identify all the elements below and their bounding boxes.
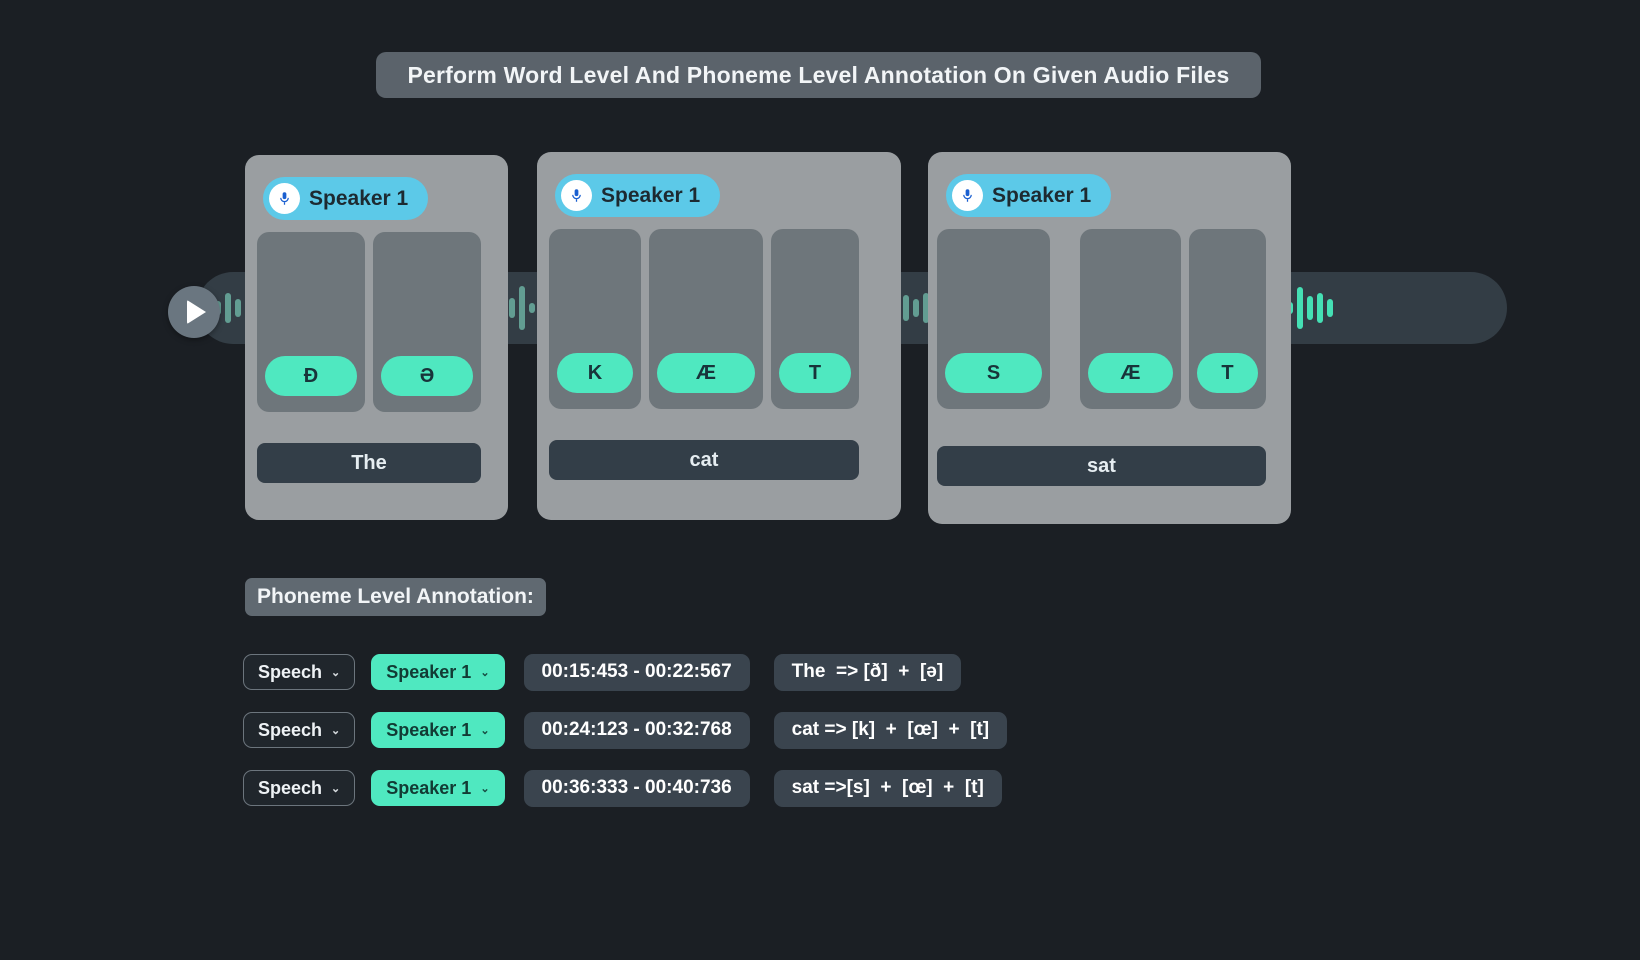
- time-range-1: 00:15:453 - 00:22:567: [523, 653, 750, 691]
- type-dropdown-1[interactable]: Speech ⌄: [243, 654, 356, 690]
- type-dropdown-2[interactable]: Speech ⌄: [243, 712, 356, 748]
- word-label-2: cat: [549, 440, 859, 480]
- page-title: Perform Word Level And Phoneme Level Ann…: [376, 52, 1261, 98]
- chevron-down-icon: ⌄: [331, 724, 341, 737]
- chevron-down-icon: ⌄: [480, 666, 490, 679]
- speaker-badge-label-2: Speaker 1: [601, 183, 701, 207]
- speaker-dropdown-label: Speaker 1: [386, 777, 472, 798]
- waveform-bar: [519, 286, 525, 330]
- transcription-3: sat =>[s] + [œ] + [t]: [773, 769, 1002, 807]
- phoneme-chip[interactable]: S: [945, 353, 1042, 393]
- phoneme-cell-1-1[interactable]: Ð: [257, 232, 365, 412]
- waveform-bar: [509, 298, 515, 318]
- speaker-badge-label-1: Speaker 1: [309, 186, 409, 210]
- phoneme-cell-3-3[interactable]: T: [1189, 229, 1266, 409]
- annotation-row: Speech ⌄ Speaker 1 ⌄ 00:15:453 - 00:22:5…: [243, 652, 1007, 692]
- phoneme-cell-2-3[interactable]: T: [771, 229, 859, 409]
- waveform-bar: [235, 299, 241, 317]
- waveform-bar: [913, 299, 919, 317]
- waveform-bar: [1297, 287, 1303, 329]
- annotation-row: Speech ⌄ Speaker 1 ⌄ 00:36:333 - 00:40:7…: [243, 768, 1007, 808]
- speaker-badge-1[interactable]: Speaker 1: [263, 177, 429, 220]
- microphone-icon: [561, 180, 592, 211]
- transcription-1: The => [ð] + [ə]: [773, 653, 962, 691]
- type-dropdown-label: Speech: [258, 661, 323, 682]
- play-button[interactable]: [168, 286, 220, 338]
- phoneme-cell-2-1[interactable]: K: [549, 229, 641, 409]
- speaker-dropdown-2[interactable]: Speaker 1 ⌄: [371, 712, 505, 748]
- type-dropdown-label: Speech: [258, 719, 323, 740]
- waveform-bar: [225, 293, 231, 323]
- waveform-bar: [1317, 293, 1323, 323]
- chevron-down-icon: ⌄: [331, 666, 341, 679]
- speaker-dropdown-3[interactable]: Speaker 1 ⌄: [371, 770, 505, 806]
- speaker-group-2: Speaker 1 K Æ T cat: [537, 152, 901, 520]
- phoneme-chip[interactable]: Æ: [657, 353, 755, 393]
- chevron-down-icon: ⌄: [331, 782, 341, 795]
- annotation-list: Speech ⌄ Speaker 1 ⌄ 00:15:453 - 00:22:5…: [243, 652, 1008, 826]
- time-range-2: 00:24:123 - 00:32:768: [523, 711, 750, 749]
- chevron-down-icon: ⌄: [480, 724, 490, 737]
- speaker-group-1: Speaker 1 Ð Ə The: [245, 155, 508, 520]
- phoneme-cell-2-2[interactable]: Æ: [649, 229, 763, 409]
- waveform-bar: [1307, 296, 1313, 320]
- phoneme-chip[interactable]: T: [779, 353, 851, 393]
- speaker-dropdown-label: Speaker 1: [386, 661, 472, 682]
- speaker-badge-2[interactable]: Speaker 1: [555, 174, 721, 217]
- phoneme-chip[interactable]: Ə: [381, 356, 473, 396]
- type-dropdown-label: Speech: [258, 777, 323, 798]
- annotation-row: Speech ⌄ Speaker 1 ⌄ 00:24:123 - 00:32:7…: [243, 710, 1008, 750]
- waveform-bar: [903, 295, 909, 321]
- time-range-3: 00:36:333 - 00:40:736: [523, 769, 750, 807]
- phoneme-chip[interactable]: K: [557, 353, 633, 393]
- phoneme-chip[interactable]: T: [1197, 353, 1258, 393]
- phoneme-cell-1-2[interactable]: Ə: [373, 232, 481, 412]
- transcription-2: cat => [k] + [œ] + [t]: [773, 711, 1008, 749]
- section-heading: Phoneme Level Annotation:: [245, 578, 546, 616]
- speaker-badge-label-3: Speaker 1: [992, 183, 1092, 207]
- waveform-bar: [1327, 299, 1333, 317]
- type-dropdown-3[interactable]: Speech ⌄: [243, 770, 356, 806]
- microphone-icon: [952, 180, 983, 211]
- speaker-dropdown-1[interactable]: Speaker 1 ⌄: [371, 654, 505, 690]
- phoneme-chip[interactable]: Æ: [1088, 353, 1173, 393]
- microphone-icon: [269, 183, 300, 214]
- speaker-dropdown-label: Speaker 1: [386, 719, 472, 740]
- speaker-badge-3[interactable]: Speaker 1: [946, 174, 1112, 217]
- phoneme-chip[interactable]: Ð: [265, 356, 357, 396]
- phoneme-cell-3-1[interactable]: S: [937, 229, 1050, 409]
- word-label-1: The: [257, 443, 481, 483]
- app-canvas: Perform Word Level And Phoneme Level Ann…: [0, 0, 1640, 960]
- phoneme-cell-3-2[interactable]: Æ: [1080, 229, 1181, 409]
- chevron-down-icon: ⌄: [480, 782, 490, 795]
- waveform-bar: [529, 303, 535, 313]
- speaker-group-3: Speaker 1 S Æ T sat: [928, 152, 1291, 524]
- word-label-3: sat: [937, 446, 1266, 486]
- play-icon: [187, 300, 206, 324]
